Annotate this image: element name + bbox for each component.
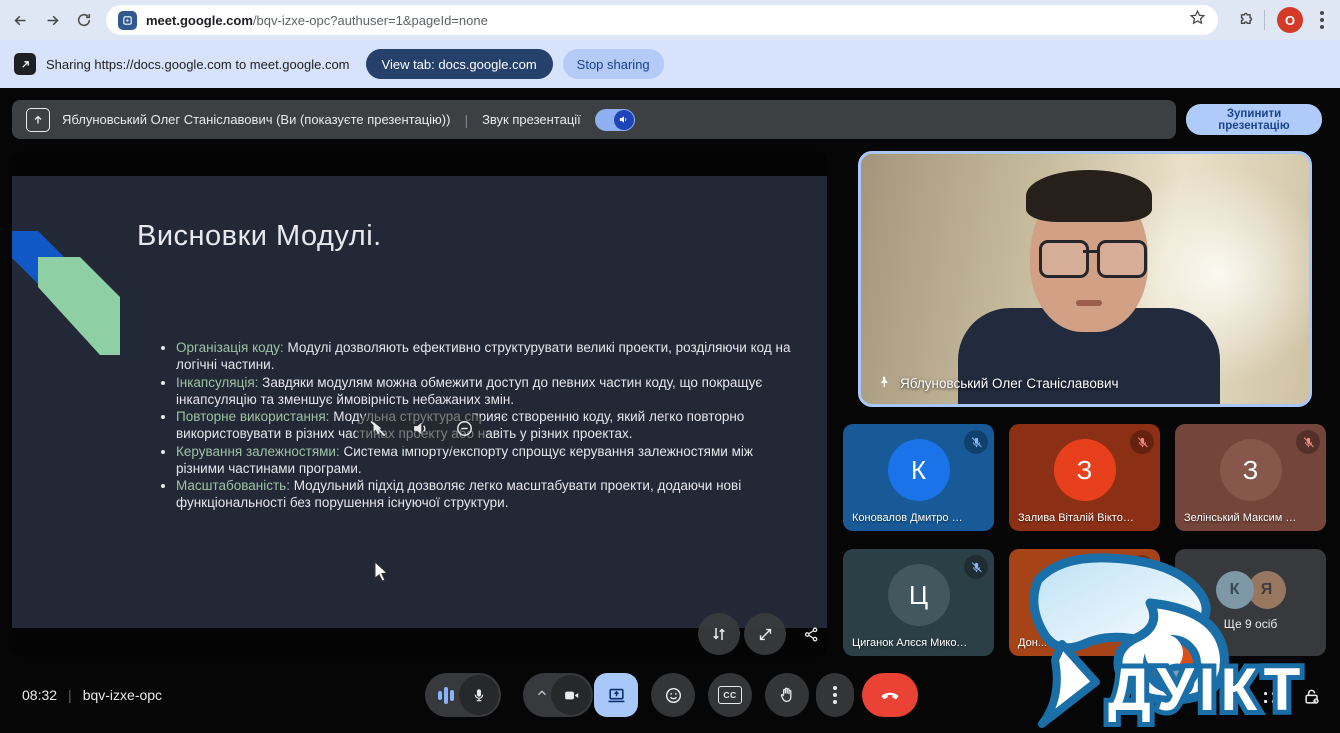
participant-tile[interactable]: Дон... [1009, 549, 1160, 656]
stop-sharing-button[interactable]: Stop sharing [563, 49, 664, 79]
microphone-button[interactable] [425, 673, 501, 717]
reactions-button[interactable] [651, 673, 695, 717]
presentation-audio-toggle[interactable] [595, 109, 635, 131]
address-bar[interactable]: meet.google.com/bqv-izxe-opc?authuser=1&… [106, 5, 1218, 35]
presentation-audio-label: Звук презентації [482, 112, 581, 127]
presentation-hover-controls [356, 413, 486, 449]
swap-presentation-icon[interactable] [698, 613, 740, 655]
clock-time: 08:32 [22, 687, 57, 703]
browser-toolbar: meet.google.com/bqv-izxe-opc?authuser=1&… [0, 0, 1340, 40]
tab-sharing-icon [118, 11, 137, 30]
sharing-message: Sharing https://docs.google.com to meet.… [46, 57, 350, 72]
pointer-off-icon[interactable] [368, 419, 387, 443]
meeting-details-icon[interactable] [1126, 683, 1154, 711]
participant-name: Коновалов Дмитро Ол... [852, 512, 968, 524]
view-tab-button[interactable]: View tab: docs.google.com [366, 49, 553, 79]
url-domain: meet.google.com [146, 13, 253, 28]
avatar: К [888, 439, 950, 501]
slide-bullet: Організація коду: Модулі дозволяють ефек… [176, 339, 804, 373]
google-meet-window: meet.google.com/bqv-izxe-opc?authuser=1&… [0, 0, 1340, 733]
audio-activity-icon [438, 685, 454, 705]
zoom-out-icon[interactable] [455, 419, 474, 443]
mic-icon [459, 675, 499, 715]
mic-off-icon [1296, 430, 1320, 454]
profile-avatar[interactable]: О [1277, 7, 1303, 33]
mouse-cursor [374, 561, 389, 587]
speaker-icon [614, 110, 634, 130]
more-participants-tile[interactable]: К Я Ще 9 осіб [1175, 549, 1326, 656]
more-participants-label: Ще 9 осіб [1175, 617, 1326, 631]
mic-off-icon [1130, 430, 1154, 454]
meet-bottom-bar: 08:32 | bqv-izxe-opc [0, 665, 1340, 733]
header-divider: | [464, 112, 468, 128]
back-icon[interactable] [6, 6, 34, 34]
mic-off-icon [964, 430, 988, 454]
presenter-info-label: Яблуновський Олег Станіславович (Ви (пок… [62, 112, 450, 127]
mic-off-icon [964, 555, 988, 579]
spotlight-video-tile[interactable]: Яблуновський Олег Станіславович [858, 151, 1312, 407]
avatar: З [1220, 439, 1282, 501]
slide: Висновки Модулі. Організація коду: Модул… [12, 176, 827, 628]
participant-tile[interactable]: З Зелінський Максим Се... [1175, 424, 1326, 531]
more-options-button[interactable] [816, 673, 854, 717]
participant-name: Залива Віталій Вікторо... [1018, 512, 1134, 524]
bookmark-star-icon[interactable] [1189, 9, 1206, 31]
present-screen-button[interactable] [594, 673, 638, 717]
chevron-up-icon[interactable] [535, 686, 549, 705]
browser-menu-icon[interactable] [1308, 6, 1336, 34]
chat-icon[interactable] [1212, 683, 1240, 711]
captions-button[interactable]: CC [708, 673, 752, 717]
participant-tile[interactable]: К Коновалов Дмитро Ол... [843, 424, 994, 531]
slide-bullet: Масштабованість: Модульний підхід дозвол… [176, 477, 804, 511]
meet-stage: Яблуновський Олег Станіславович (Ви (пок… [0, 88, 1340, 733]
host-controls-lock-icon[interactable] [1298, 683, 1326, 711]
activities-icon[interactable] [1255, 683, 1283, 711]
glasses-left-lens [1039, 240, 1089, 278]
reload-icon[interactable] [70, 6, 98, 34]
avatar: К [1216, 571, 1254, 609]
share-icon[interactable] [790, 613, 827, 655]
url-path: /bqv-izxe-opc?authuser=1&pageId=none [253, 13, 488, 28]
avatar: З [1054, 439, 1116, 501]
slide-title: Висновки Модулі. [137, 220, 382, 253]
spotlight-name-bar: Яблуновський Олег Станіславович [877, 375, 1119, 392]
spotlight-name: Яблуновський Олег Станіславович [900, 376, 1119, 391]
people-icon[interactable] [1169, 683, 1197, 711]
extensions-icon[interactable] [1232, 6, 1260, 34]
presentation-volume-icon[interactable] [411, 419, 430, 443]
meeting-code: bqv-izxe-opc [83, 687, 162, 703]
participant-name: Дон... [1018, 637, 1134, 649]
presentation-header: Яблуновський Олег Станіславович (Ви (пок… [12, 100, 1176, 139]
camera-button[interactable] [523, 673, 593, 717]
slide-bullet: Повторне використання: Модульна структур… [176, 408, 804, 442]
fullscreen-icon[interactable] [744, 613, 786, 655]
pin-icon [877, 375, 891, 392]
toolbar-divider [1264, 10, 1265, 30]
raise-hand-button[interactable] [765, 673, 809, 717]
slide-bullet: Інкапсуляція: Завдяки модулям можна обме… [176, 374, 804, 408]
presenting-icon [26, 108, 50, 132]
glasses-right-lens [1097, 240, 1147, 278]
forward-icon[interactable] [38, 6, 66, 34]
participant-name: Циганок Алєся Микол... [852, 637, 968, 649]
slide-bullet: Керування залежностями: Система імпорту/… [176, 443, 804, 477]
presenter-hair [1026, 170, 1152, 222]
avatar [1054, 564, 1116, 626]
mic-off-icon [1130, 555, 1154, 579]
participant-tile[interactable]: Ц Циганок Алєся Микол... [843, 549, 994, 656]
shared-presentation[interactable]: Висновки Модулі. Організація коду: Модул… [12, 151, 827, 657]
avatar: Ц [888, 564, 950, 626]
participant-name: Зелінський Максим Се... [1184, 512, 1300, 524]
screen-share-icon [14, 53, 36, 75]
captions-icon: CC [718, 686, 742, 704]
end-call-button[interactable] [862, 673, 918, 717]
participant-tile[interactable]: З Залива Віталій Вікторо... [1009, 424, 1160, 531]
stop-presenting-button[interactable]: Зупинити презентацію [1186, 104, 1322, 135]
camera-icon [551, 675, 591, 715]
tab-sharing-infobar: Sharing https://docs.google.com to meet.… [0, 40, 1340, 88]
